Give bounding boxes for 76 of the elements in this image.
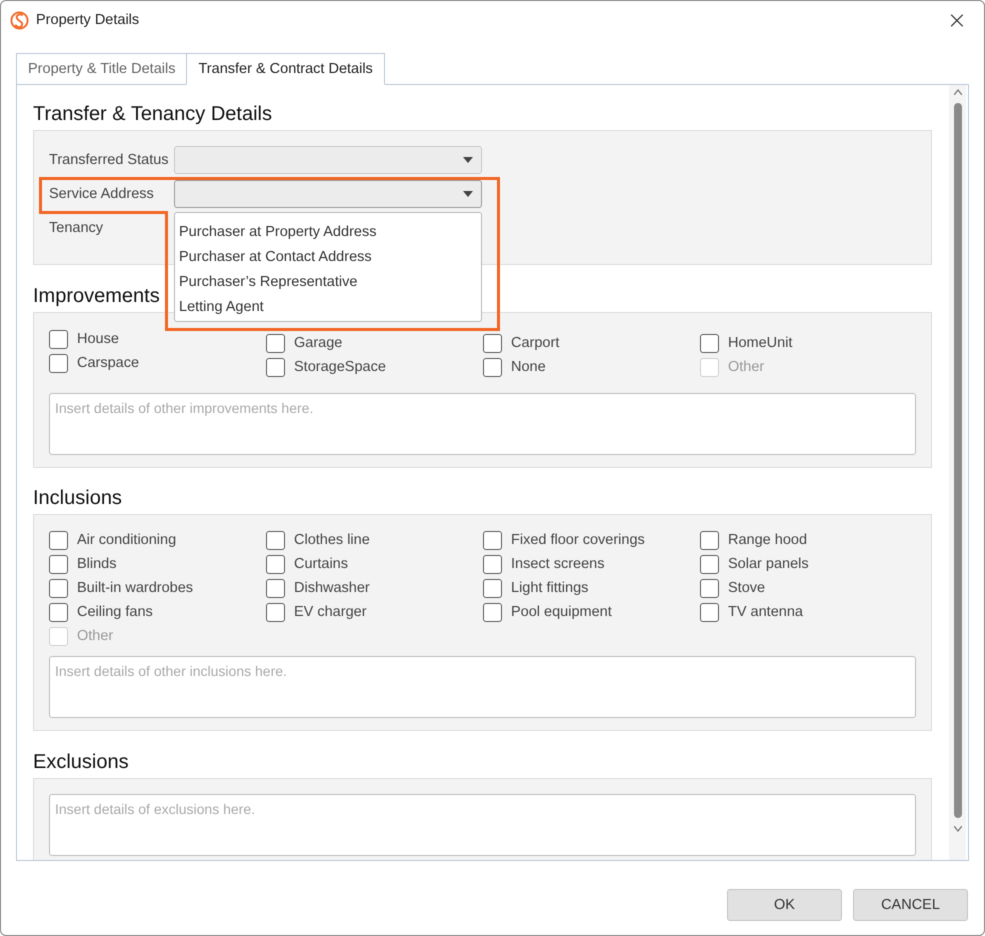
checkbox-label: Solar panels: [728, 556, 809, 572]
scrollbar[interactable]: [949, 85, 966, 860]
checkbox-label: TV antenna: [728, 604, 803, 620]
checkbox-label: None: [511, 359, 546, 375]
tab[interactable]: Property & Title Details: [16, 53, 188, 85]
checkbox[interactable]: [483, 578, 502, 598]
caret-icon: [463, 191, 473, 197]
checkbox-label: Carport: [511, 335, 560, 351]
dropdown-option[interactable]: Letting Agent: [179, 295, 481, 320]
checkbox[interactable]: [49, 330, 68, 348]
section-heading: Inclusions: [33, 486, 122, 510]
checkbox-label: Range hood: [728, 532, 808, 548]
checkbox[interactable]: [700, 578, 719, 598]
checkbox-label: Clothes line: [294, 532, 370, 548]
checkbox[interactable]: [483, 554, 502, 574]
checkbox[interactable]: [49, 354, 68, 372]
field-label: Service Address: [49, 186, 155, 202]
caret-icon: [463, 157, 473, 163]
dropdown-field[interactable]: [174, 180, 482, 208]
field-label: Transferred Status: [49, 152, 170, 168]
close-button[interactable]: ×: [938, 8, 975, 32]
checkbox[interactable]: [266, 602, 285, 622]
checkbox-label: EV charger: [294, 604, 367, 620]
inclusions-field[interactable]: Insert details of other inclusions here.: [49, 656, 916, 718]
checkbox-label: Insect screens: [511, 556, 604, 572]
checkbox-label: Light fittings: [511, 580, 588, 596]
dropdown-option[interactable]: Purchaser at Property Address: [179, 220, 481, 245]
checkbox-label: Other: [77, 628, 114, 644]
checkbox-label: Curtains: [294, 556, 348, 572]
checkbox[interactable]: [483, 602, 502, 622]
checkbox-label: Ceiling fans: [77, 604, 153, 620]
checkbox[interactable]: [483, 358, 502, 376]
checkbox[interactable]: [700, 602, 719, 622]
section-heading: Exclusions: [33, 750, 129, 774]
checkbox-label: Air conditioning: [77, 532, 176, 548]
checkbox-label: Other: [728, 359, 764, 375]
logo-icon: [10, 10, 29, 30]
checkbox-label: StorageSpace: [294, 359, 386, 375]
ok-button[interactable]: OK: [727, 889, 842, 921]
checkbox[interactable]: [483, 334, 502, 352]
section-heading: Improvements: [33, 284, 160, 308]
checkbox-label: Garage: [294, 335, 342, 351]
checkbox[interactable]: [700, 530, 719, 550]
exclusions-field[interactable]: Insert details of exclusions here.: [49, 794, 916, 856]
checkbox[interactable]: [266, 358, 285, 376]
checkbox-label: Carspace: [77, 355, 140, 371]
checkbox-label: Stove: [728, 580, 766, 596]
checkbox[interactable]: [49, 530, 68, 550]
cancel-button[interactable]: CANCEL: [853, 889, 968, 921]
checkbox-label: Built-in wardrobes: [77, 580, 194, 596]
checkbox-label: Dishwasher: [294, 580, 370, 596]
checkbox[interactable]: [266, 334, 285, 352]
checkbox[interactable]: [266, 554, 285, 574]
checkbox-label: Blinds: [77, 556, 116, 572]
improvements-field[interactable]: Insert details of other improvements here.: [49, 393, 916, 455]
checkbox[interactable]: [700, 554, 719, 574]
dropdown-field[interactable]: [174, 146, 482, 174]
checkbox-label: Pool equipment: [511, 604, 612, 620]
dropdown-option[interactable]: Purchaser at Contact Address: [179, 245, 481, 270]
field-label: Tenancy: [49, 220, 104, 236]
checkbox[interactable]: [266, 530, 285, 550]
tab[interactable]: Transfer & Contract Details: [186, 53, 385, 85]
checkbox[interactable]: [483, 530, 502, 550]
scroll-down-icon[interactable]: [954, 826, 962, 832]
dropdown-option[interactable]: Purchaser’s Representative: [179, 270, 481, 295]
checkbox-label: House: [77, 331, 119, 347]
scroll-up-icon[interactable]: [954, 89, 962, 95]
window-title: Property Details: [36, 12, 140, 28]
checkbox[interactable]: [700, 334, 719, 352]
checkbox[interactable]: [49, 578, 68, 598]
checkbox-label: Fixed floor coverings: [511, 532, 645, 548]
section-heading: Transfer & Tenancy Details: [33, 102, 272, 126]
checkbox[interactable]: [266, 578, 285, 598]
checkbox[interactable]: [49, 554, 68, 574]
checkbox[interactable]: [49, 602, 68, 622]
checkbox-label: HomeUnit: [728, 335, 792, 351]
